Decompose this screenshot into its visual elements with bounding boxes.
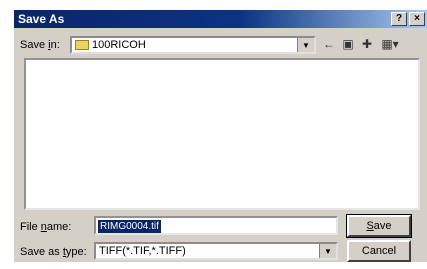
save-as-type-label: Save as type: [20,246,87,258]
save-in-dropdown[interactable]: 100RICOH ▼ [70,36,316,54]
back-icon[interactable]: ← [321,37,337,52]
save-in-value: 100RICOH [92,39,146,51]
window-title: Save As [18,12,65,26]
file-name-input[interactable]: RIMG0004.tif [94,216,338,235]
save-button[interactable]: Save [346,214,412,238]
cancel-button[interactable]: Cancel [347,240,411,262]
save-as-type-value: TIFF(*.TIF,*.TIFF) [99,245,186,257]
close-button[interactable]: × [409,12,425,26]
folder-icon [75,40,89,50]
chevron-down-icon[interactable]: ▼ [297,38,314,52]
new-folder-icon[interactable]: ✚ [359,37,375,52]
help-button[interactable]: ? [391,12,407,26]
save-as-type-dropdown[interactable]: TIFF(*.TIF,*.TIFF) ▼ [94,242,338,260]
file-name-label: File name: [20,221,72,233]
file-list[interactable] [24,58,420,210]
save-in-label: Save in: [20,39,60,51]
chevron-down-icon[interactable]: ▼ [319,244,336,258]
view-menu-icon[interactable]: ▦▾ [379,37,401,52]
save-as-dialog: Save As ? × Save in: 100RICOH ▼ ← ▣ ✚ ▦▾… [14,10,427,262]
up-folder-icon[interactable]: ▣ [340,37,356,52]
title-bar[interactable]: Save As ? × [14,10,427,28]
file-name-value: RIMG0004.tif [98,220,161,233]
